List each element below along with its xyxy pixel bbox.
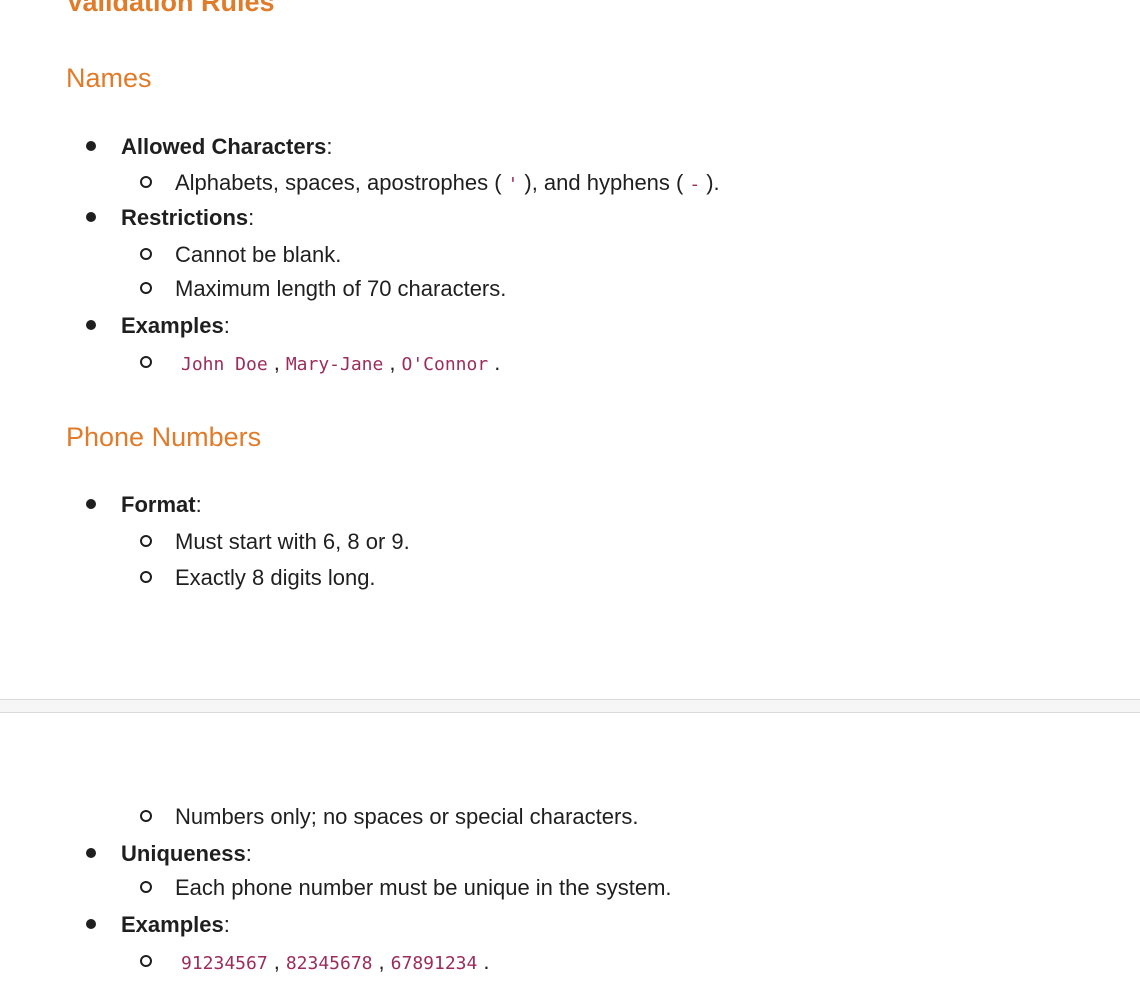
circle-bullet-icon (140, 955, 152, 968)
document-page: Validation Rules Names Allowed Character… (0, 0, 1140, 998)
list-item-examples-phone: Examples: (86, 911, 230, 939)
section-heading-names: Names (66, 63, 152, 93)
format-text: Exactly 8 digits long. (175, 565, 376, 590)
colon: : (245, 841, 252, 866)
format-text: Must start with 6, 8 or 9. (175, 529, 410, 554)
circle-bullet-icon (140, 356, 152, 369)
example-code: John Doe (181, 354, 268, 375)
restriction-text: Maximum length of 70 characters. (175, 276, 507, 301)
circle-bullet-icon (140, 881, 152, 894)
circle-bullet-icon (140, 571, 152, 584)
bullet-icon (86, 141, 96, 152)
bullet-icon (86, 320, 96, 331)
sub-item-format-1: Must start with 6, 8 or 9. (140, 528, 410, 556)
end-period: . (483, 949, 490, 974)
example-code: 91234567 (181, 953, 268, 974)
allowed-text-3: ). (706, 170, 720, 195)
example-code: O'Connor (401, 354, 489, 375)
sub-item-allowed-characters: Alphabets, spaces, apostrophes ('), and … (140, 169, 720, 199)
restriction-text: Cannot be blank. (175, 242, 342, 267)
format-label: Format (121, 492, 196, 517)
colon: : (248, 205, 255, 230)
apostrophe-code: ' (507, 174, 519, 195)
colon: : (195, 492, 202, 517)
uniqueness-text: Each phone number must be unique in the … (175, 875, 672, 900)
bullet-icon (86, 919, 96, 930)
sub-item-format-2: Exactly 8 digits long. (140, 564, 376, 592)
examples-label: Examples (121, 313, 224, 338)
example-code: 82345678 (285, 953, 373, 974)
bullet-icon (86, 848, 96, 859)
allowed-characters-label: Allowed Characters (121, 134, 327, 159)
circle-bullet-icon (140, 535, 152, 548)
sub-item-restriction-2: Maximum length of 70 characters. (140, 275, 506, 303)
bullet-icon (86, 212, 96, 223)
circle-bullet-icon (140, 248, 152, 261)
colon: : (223, 912, 230, 937)
list-item-examples-names: Examples: (86, 312, 230, 340)
example-code: Mary-Jane (285, 354, 384, 375)
separator: , (378, 949, 385, 974)
page-title: Validation Rules (66, 0, 275, 17)
list-item-restrictions: Restrictions: (86, 204, 254, 232)
uniqueness-label: Uniqueness (121, 841, 246, 866)
examples-label: Examples (121, 912, 224, 937)
circle-bullet-icon (140, 810, 152, 823)
hyphen-code: - (689, 174, 701, 195)
sub-item-name-examples: John Doe, Mary-Jane, O'Connor. (140, 349, 500, 379)
example-code: 67891234 (390, 953, 478, 974)
list-item-format: Format: (86, 491, 202, 519)
sub-item-format-3: Numbers only; no spaces or special chara… (140, 803, 638, 831)
circle-bullet-icon (140, 282, 152, 295)
page-break-divider (0, 699, 1140, 713)
end-period: . (494, 350, 501, 375)
restrictions-label: Restrictions (121, 205, 249, 230)
colon: : (326, 134, 333, 159)
separator: , (389, 350, 396, 375)
sub-item-restriction-1: Cannot be blank. (140, 241, 341, 269)
separator: , (273, 949, 280, 974)
sub-item-uniqueness-1: Each phone number must be unique in the … (140, 874, 672, 902)
colon: : (223, 313, 230, 338)
section-heading-phone-numbers: Phone Numbers (66, 422, 262, 452)
format-text: Numbers only; no spaces or special chara… (175, 804, 639, 829)
allowed-text-1: Alphabets, spaces, apostrophes ( (175, 170, 502, 195)
sub-item-phone-examples: 91234567, 82345678, 67891234. (140, 948, 489, 978)
list-item-uniqueness: Uniqueness: (86, 840, 252, 868)
separator: , (273, 350, 280, 375)
list-item-allowed-characters: Allowed Characters: (86, 133, 333, 161)
circle-bullet-icon (140, 176, 152, 189)
allowed-text-2: ), and hyphens ( (524, 170, 684, 195)
bullet-icon (86, 499, 96, 510)
